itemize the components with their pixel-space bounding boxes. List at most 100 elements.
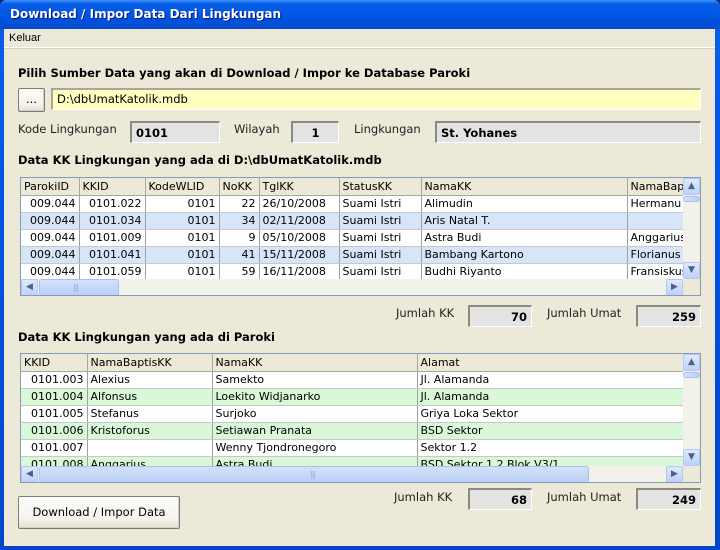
column-header-nokk[interactable]: NoKK <box>219 178 260 196</box>
cell-kkid[interactable]: 0101.041 <box>79 246 146 264</box>
grid1-horizontal-scrollbar[interactable]: ◀ ||| ▶ <box>21 279 683 295</box>
grid2-vscroll-thumb[interactable] <box>683 372 700 378</box>
cell-alamat[interactable]: Griya Loka Sektor <box>417 405 684 423</box>
cell-alamat[interactable]: Sektor 1.2 <box>417 439 684 457</box>
column-header-parokiid[interactable]: ParokiID <box>21 178 80 196</box>
column-header-kkid[interactable]: KKID <box>21 354 88 372</box>
cell-nokk[interactable]: 22 <box>219 195 260 213</box>
grid2-horizontal-scrollbar[interactable]: ◀ ||| ▶ <box>21 466 683 482</box>
table-row[interactable]: 0101.004 Alfonsus Loekito Widjanarko Jl.… <box>21 388 684 406</box>
cell-nokk[interactable]: 34 <box>219 212 260 230</box>
cell-statuskk[interactable]: Suami Istri <box>339 263 422 281</box>
cell-namabaptiskk[interactable]: Kristoforus <box>87 422 213 440</box>
table-row[interactable]: 0101.005 Stefanus Surjoko Griya Loka Sek… <box>21 405 684 423</box>
scroll-left-icon[interactable]: ◀ <box>21 279 38 295</box>
cell-namakk[interactable]: Loekito Widjanarko <box>212 388 418 406</box>
cell-kodewlid[interactable]: 0101 <box>145 263 220 281</box>
cell-namabaptiskk[interactable]: Alfonsus <box>87 388 213 406</box>
cell-kkid[interactable]: 0101.059 <box>79 263 146 281</box>
table-row[interactable]: 009.044 0101.034 0101 34 02/11/2008 Suam… <box>21 212 698 230</box>
cell-statuskk[interactable]: Suami Istri <box>339 229 422 247</box>
cell-kkid[interactable]: 0101.022 <box>79 195 146 213</box>
column-header-namakk[interactable]: NamaKK <box>421 178 628 196</box>
cell-nokk[interactable]: 59 <box>219 263 260 281</box>
cell-kodewlid[interactable]: 0101 <box>145 195 220 213</box>
cell-kkid[interactable]: 0101.034 <box>79 212 146 230</box>
cell-namakk[interactable]: Surjoko <box>212 405 418 423</box>
cell-parokiid[interactable]: 009.044 <box>21 212 80 230</box>
cell-kodewlid[interactable]: 0101 <box>145 229 220 247</box>
cell-alamat[interactable]: Jl. Alamanda <box>417 388 684 406</box>
cell-tglkk[interactable]: 02/11/2008 <box>259 212 340 230</box>
table-row[interactable]: 009.044 0101.009 0101 9 05/10/2008 Suami… <box>21 229 698 247</box>
browse-button[interactable]: ... <box>18 88 45 112</box>
column-header-kkid[interactable]: KKID <box>79 178 146 196</box>
table-row[interactable]: 009.044 0101.059 0101 59 16/11/2008 Suam… <box>21 263 698 281</box>
scroll-down-icon[interactable]: ▼ <box>683 449 700 466</box>
grid1-vscroll-thumb[interactable] <box>683 196 700 202</box>
cell-namakk[interactable]: Alimudin <box>421 195 628 213</box>
cell-namakk[interactable]: Setiawan Pranata <box>212 422 418 440</box>
cell-kodewlid[interactable]: 0101 <box>145 246 220 264</box>
cell-kkid[interactable]: 0101.006 <box>21 422 88 440</box>
cell-alamat[interactable]: Jl. Alamanda <box>417 371 684 389</box>
source-path-input[interactable]: D:\dbUmatKatolik.mdb <box>51 88 701 110</box>
cell-tglkk[interactable]: 26/10/2008 <box>259 195 340 213</box>
cell-namabaptiskk[interactable] <box>87 439 213 457</box>
scroll-up-icon[interactable]: ▲ <box>683 178 700 195</box>
cell-namakk[interactable]: Aris Natal T. <box>421 212 628 230</box>
cell-statuskk[interactable]: Suami Istri <box>339 212 422 230</box>
column-header-namakk[interactable]: NamaKK <box>212 354 418 372</box>
column-header-alamat[interactable]: Alamat <box>417 354 684 372</box>
cell-namabaptiskk[interactable]: Stefanus <box>87 405 213 423</box>
cell-kkid[interactable]: 0101.007 <box>21 439 88 457</box>
cell-parokiid[interactable]: 009.044 <box>21 246 80 264</box>
cell-namakk[interactable]: Samekto <box>212 371 418 389</box>
column-header-namabaptiskk[interactable]: NamaBaptisKK <box>87 354 213 372</box>
scroll-right-icon[interactable]: ▶ <box>666 279 683 295</box>
cell-alamat[interactable]: BSD Sektor <box>417 422 684 440</box>
scroll-down-icon[interactable]: ▼ <box>683 262 700 279</box>
cell-tglkk[interactable]: 15/11/2008 <box>259 246 340 264</box>
source-kk-grid[interactable]: ParokiID KKID KodeWLID NoKK TglKK Status… <box>20 177 701 296</box>
cell-parokiid[interactable]: 009.044 <box>21 263 80 281</box>
column-header-tglkk[interactable]: TglKK <box>259 178 340 196</box>
grid2-vertical-scrollbar[interactable]: ▲ ▼ <box>683 354 700 466</box>
column-header-kodewlid[interactable]: KodeWLID <box>145 178 220 196</box>
cell-kkid[interactable]: 0101.003 <box>21 371 88 389</box>
column-header-statuskk[interactable]: StatusKK <box>339 178 422 196</box>
table-row[interactable]: 0101.007 Wenny Tjondronegoro Sektor 1.2 <box>21 439 684 457</box>
cell-nokk[interactable]: 41 <box>219 246 260 264</box>
cell-namakk[interactable]: Bambang Kartono <box>421 246 628 264</box>
cell-namakk[interactable]: Astra Budi <box>421 229 628 247</box>
menu-item-keluar[interactable]: Keluar <box>9 32 41 44</box>
scroll-left-icon[interactable]: ◀ <box>21 466 38 482</box>
download-impor-button[interactable]: Download / Impor Data <box>18 496 180 529</box>
cell-parokiid[interactable]: 009.044 <box>21 229 80 247</box>
cell-tglkk[interactable]: 05/10/2008 <box>259 229 340 247</box>
cell-kkid[interactable]: 0101.004 <box>21 388 88 406</box>
cell-namabaptiskk[interactable]: Alexius <box>87 371 213 389</box>
table-row[interactable]: 0101.006 Kristoforus Setiawan Pranata BS… <box>21 422 684 440</box>
scroll-right-icon[interactable]: ▶ <box>666 466 683 482</box>
grid1-vertical-scrollbar[interactable]: ▲ ▼ <box>683 178 700 279</box>
grid2-jumlah-kk-label: Jumlah KK <box>394 490 453 504</box>
cell-tglkk[interactable]: 16/11/2008 <box>259 263 340 281</box>
cell-kkid[interactable]: 0101.009 <box>79 229 146 247</box>
cell-parokiid[interactable]: 009.044 <box>21 195 80 213</box>
table-row[interactable]: 0101.003 Alexius Samekto Jl. Alamanda <box>21 371 684 389</box>
scroll-up-icon[interactable]: ▲ <box>683 354 700 371</box>
paroki-kk-grid[interactable]: KKID NamaBaptisKK NamaKK Alamat 0101.003… <box>20 353 701 483</box>
cell-kodewlid[interactable]: 0101 <box>145 212 220 230</box>
table-row[interactable]: 009.044 0101.041 0101 41 15/11/2008 Suam… <box>21 246 698 264</box>
cell-nokk[interactable]: 9 <box>219 229 260 247</box>
grid1-hscroll-thumb[interactable]: ||| <box>39 279 119 295</box>
grid2-hscroll-thumb[interactable]: ||| <box>39 466 589 482</box>
cell-kkid[interactable]: 0101.005 <box>21 405 88 423</box>
cell-statuskk[interactable]: Suami Istri <box>339 195 422 213</box>
cell-namakk[interactable]: Wenny Tjondronegoro <box>212 439 418 457</box>
cell-namakk[interactable]: Budhi Riyanto <box>421 263 628 281</box>
title-bar[interactable]: Download / Impor Data Dari Lingkungan <box>0 0 720 29</box>
cell-statuskk[interactable]: Suami Istri <box>339 246 422 264</box>
table-row[interactable]: 009.044 0101.022 0101 22 26/10/2008 Suam… <box>21 195 698 213</box>
